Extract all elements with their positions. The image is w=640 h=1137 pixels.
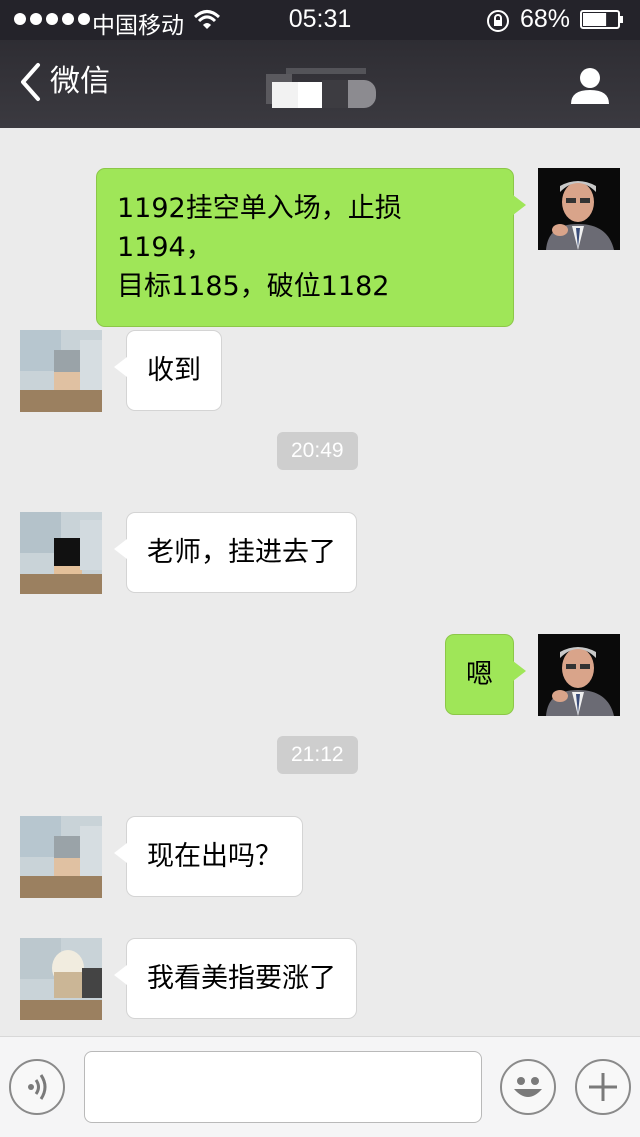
- contact-avatar[interactable]: [20, 512, 102, 594]
- chevron-left-icon: [21, 63, 40, 101]
- nav-bar: 微信: [0, 40, 640, 128]
- message-bubble-incoming[interactable]: 老师，挂进去了: [114, 512, 357, 593]
- message-text-line: 1192挂空单入场，止损1194，: [117, 193, 402, 263]
- message-text-line: 收到: [147, 355, 201, 386]
- message-bubble-outgoing[interactable]: 嗯: [445, 634, 526, 715]
- status-bar: 中国移动 05:31 68%: [0, 0, 640, 40]
- back-button[interactable]: 微信: [18, 62, 110, 102]
- chat-title-redacted: [266, 68, 384, 110]
- voice-button[interactable]: [9, 1059, 65, 1115]
- contact-avatar[interactable]: [20, 938, 102, 1020]
- message-bubble-incoming[interactable]: 现在出吗？: [114, 816, 303, 897]
- more-button[interactable]: [575, 1059, 631, 1115]
- message-bubble-outgoing[interactable]: 1192挂空单入场，止损1194， 目标1185，破位1182: [96, 168, 526, 327]
- back-label: 微信: [50, 64, 110, 99]
- my-avatar[interactable]: [538, 168, 620, 250]
- emoji-button[interactable]: [500, 1059, 556, 1115]
- battery-percent: 68%: [520, 5, 571, 33]
- message-bubble-incoming[interactable]: 收到: [114, 330, 222, 411]
- person-icon[interactable]: [568, 64, 612, 108]
- battery-icon: [580, 10, 623, 29]
- chat-area[interactable]: 1192挂空单入场，止损1194， 目标1185，破位1182 收到 20:49…: [0, 128, 640, 1036]
- timestamp-divider: 20:49: [277, 432, 358, 470]
- message-text-line: 老师，挂进去了: [147, 537, 336, 568]
- message-input[interactable]: [84, 1051, 482, 1123]
- contact-avatar[interactable]: [20, 330, 102, 412]
- message-text-line: 现在出吗？: [147, 841, 282, 872]
- message-text-line: 嗯: [466, 659, 493, 690]
- plus-icon: [589, 1073, 617, 1101]
- emoji-icon: [514, 1077, 542, 1097]
- message-bubble-incoming[interactable]: 我看美指要涨了: [114, 938, 357, 1019]
- message-text-line: 我看美指要涨了: [147, 963, 336, 994]
- input-bar: [0, 1036, 640, 1137]
- voice-icon: [28, 1074, 47, 1100]
- my-avatar[interactable]: [538, 634, 620, 716]
- contact-avatar[interactable]: [20, 816, 102, 898]
- message-text-line: 目标1185，破位1182: [117, 271, 390, 302]
- timestamp-divider: 21:12: [277, 736, 358, 774]
- rotation-lock-icon: [487, 10, 509, 32]
